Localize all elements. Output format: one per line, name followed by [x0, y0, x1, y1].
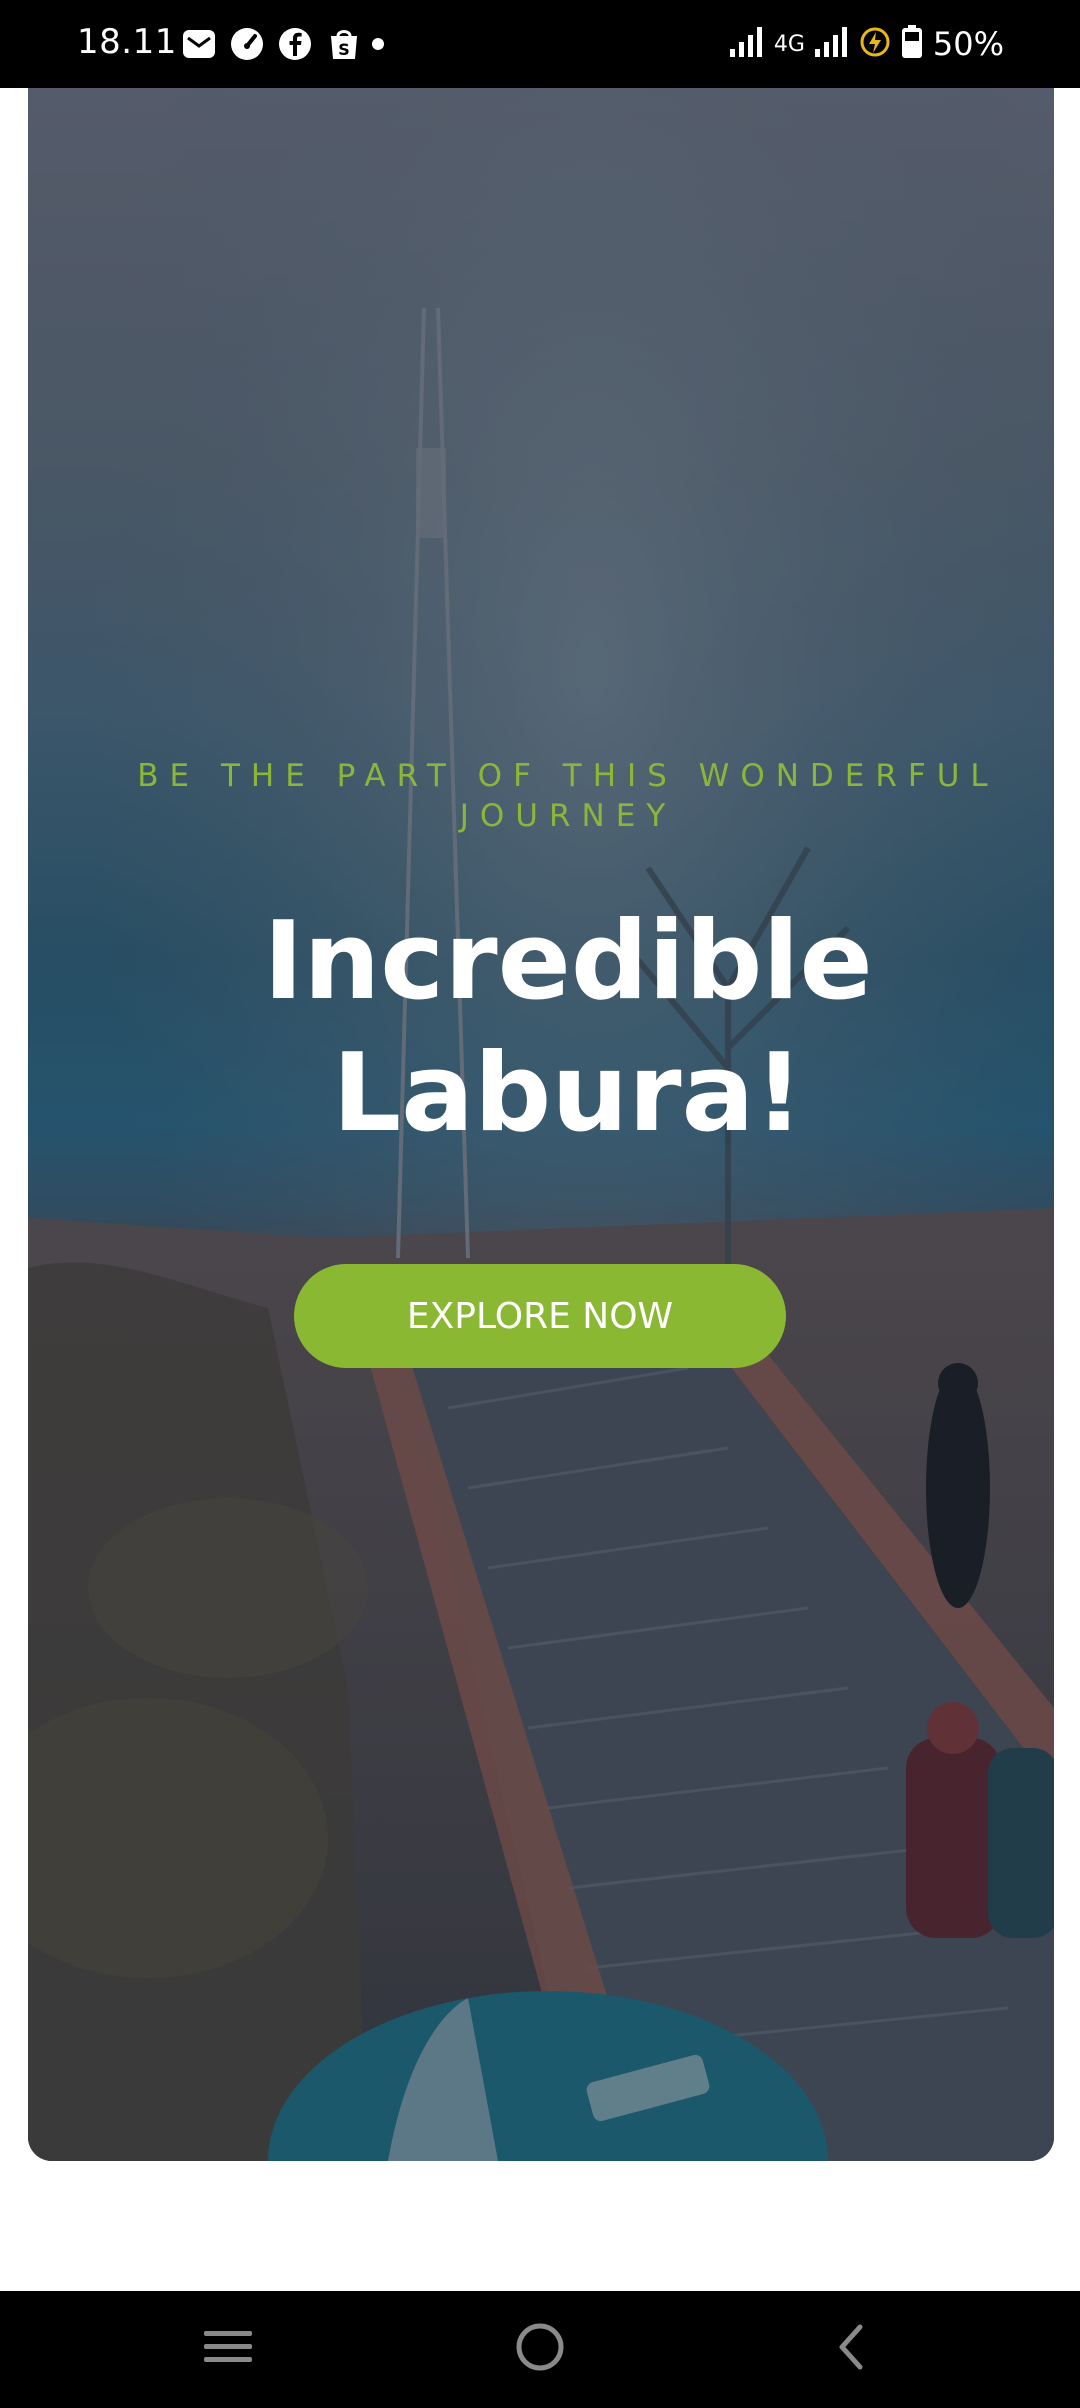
system-nav-bar: [0, 2291, 1080, 2408]
speedometer-icon: [229, 26, 265, 62]
status-time: 18.11: [77, 22, 177, 62]
signal-icon: [729, 26, 764, 62]
status-bar: 18.11 S 4G 50%: [0, 0, 1080, 88]
signal-icon: [814, 26, 849, 62]
home-icon: [514, 2321, 566, 2378]
battery-icon: [901, 24, 923, 64]
battery-percent: 50%: [932, 25, 1004, 63]
battery-saver-icon: [859, 26, 891, 63]
menu-icon: [202, 2327, 254, 2372]
back-button[interactable]: [780, 2291, 920, 2408]
hero-title: Incredible Labura!: [263, 899, 873, 1156]
status-indicators: 4G 50%: [729, 20, 1004, 68]
explore-now-button[interactable]: EXPLORE NOW: [294, 1264, 786, 1368]
email-icon: [181, 26, 217, 62]
home-button[interactable]: [470, 2291, 610, 2408]
hero-banner: BE THE PART OF THIS WONDERFUL JOURNEY In…: [28, 88, 1054, 2161]
back-icon: [830, 2321, 870, 2378]
svg-text:S: S: [338, 40, 350, 59]
hero-tagline: BE THE PART OF THIS WONDERFUL JOURNEY: [137, 758, 999, 834]
menu-button[interactable]: [158, 2291, 298, 2408]
network-type: 4G: [773, 31, 805, 57]
facebook-icon: [277, 26, 313, 62]
shopping-bag-icon: S: [326, 26, 362, 62]
notification-dot-icon: [370, 26, 386, 62]
